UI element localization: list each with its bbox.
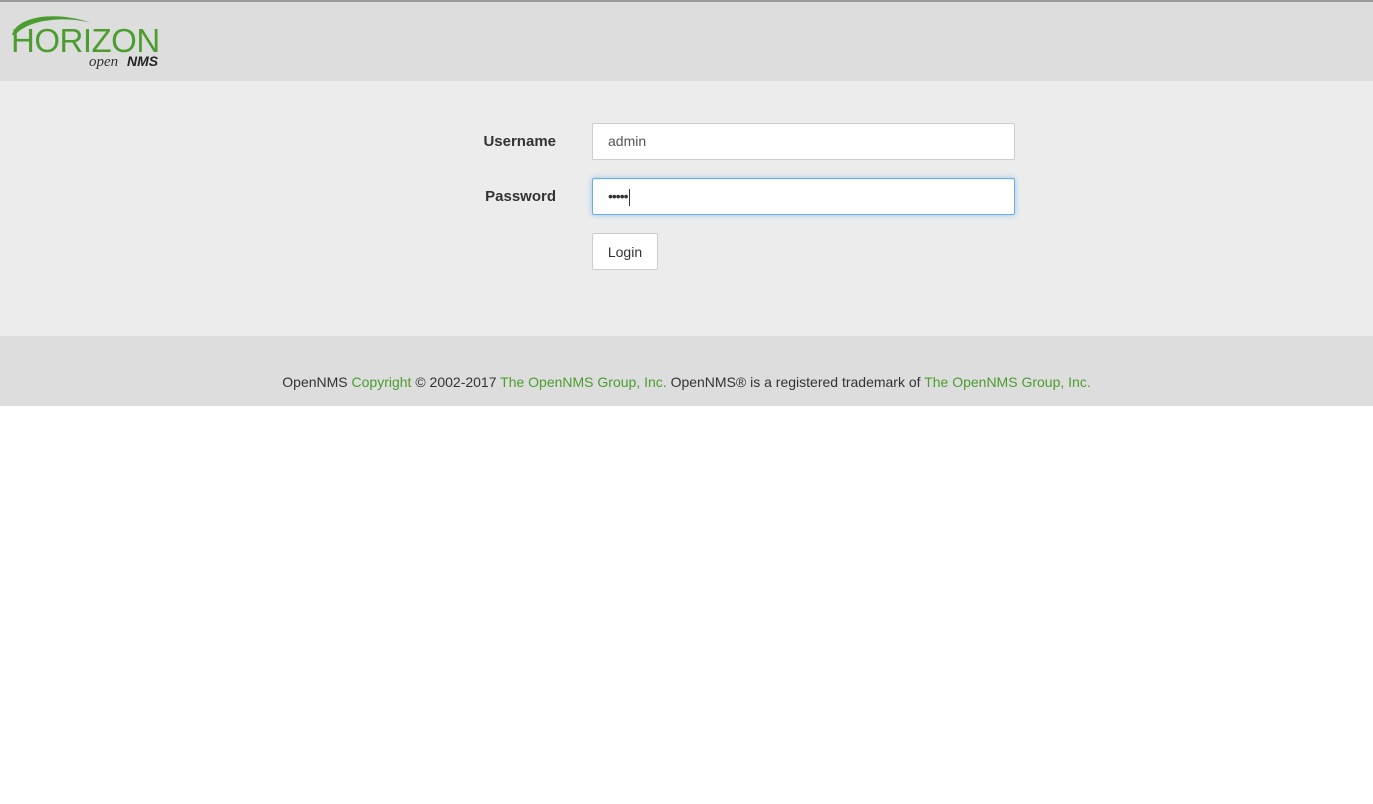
header: HORIZON open NMS: [0, 2, 1373, 81]
password-masked-value: •••••: [608, 188, 628, 204]
footer: OpenNMS Copyright © 2002-2017 The OpenNM…: [0, 336, 1373, 406]
footer-group-link-2[interactable]: The OpenNMS Group, Inc.: [924, 374, 1091, 390]
horizon-logo-icon: HORIZON open NMS: [11, 16, 160, 69]
footer-prefix: OpenNMS: [282, 374, 348, 390]
text-caret: [628, 188, 630, 206]
login-panel: Username admin Password ••••• Login: [0, 81, 1373, 336]
horizon-logo[interactable]: HORIZON open NMS: [9, 13, 171, 69]
username-label: Username: [483, 133, 556, 150]
footer-trademark-text: OpenNMS® is a registered trademark of: [670, 374, 921, 390]
logo-sub-text-nms: NMS: [127, 53, 159, 69]
footer-group-link-1[interactable]: The OpenNMS Group, Inc.: [500, 374, 667, 390]
password-label: Password: [485, 188, 556, 205]
footer-copyright-link[interactable]: Copyright: [352, 374, 412, 390]
username-input[interactable]: admin: [592, 123, 1015, 160]
footer-years: © 2002-2017: [415, 374, 497, 390]
password-input[interactable]: •••••: [592, 178, 1015, 215]
login-button[interactable]: Login: [592, 233, 658, 270]
logo-sub-text-open: open: [89, 54, 118, 69]
